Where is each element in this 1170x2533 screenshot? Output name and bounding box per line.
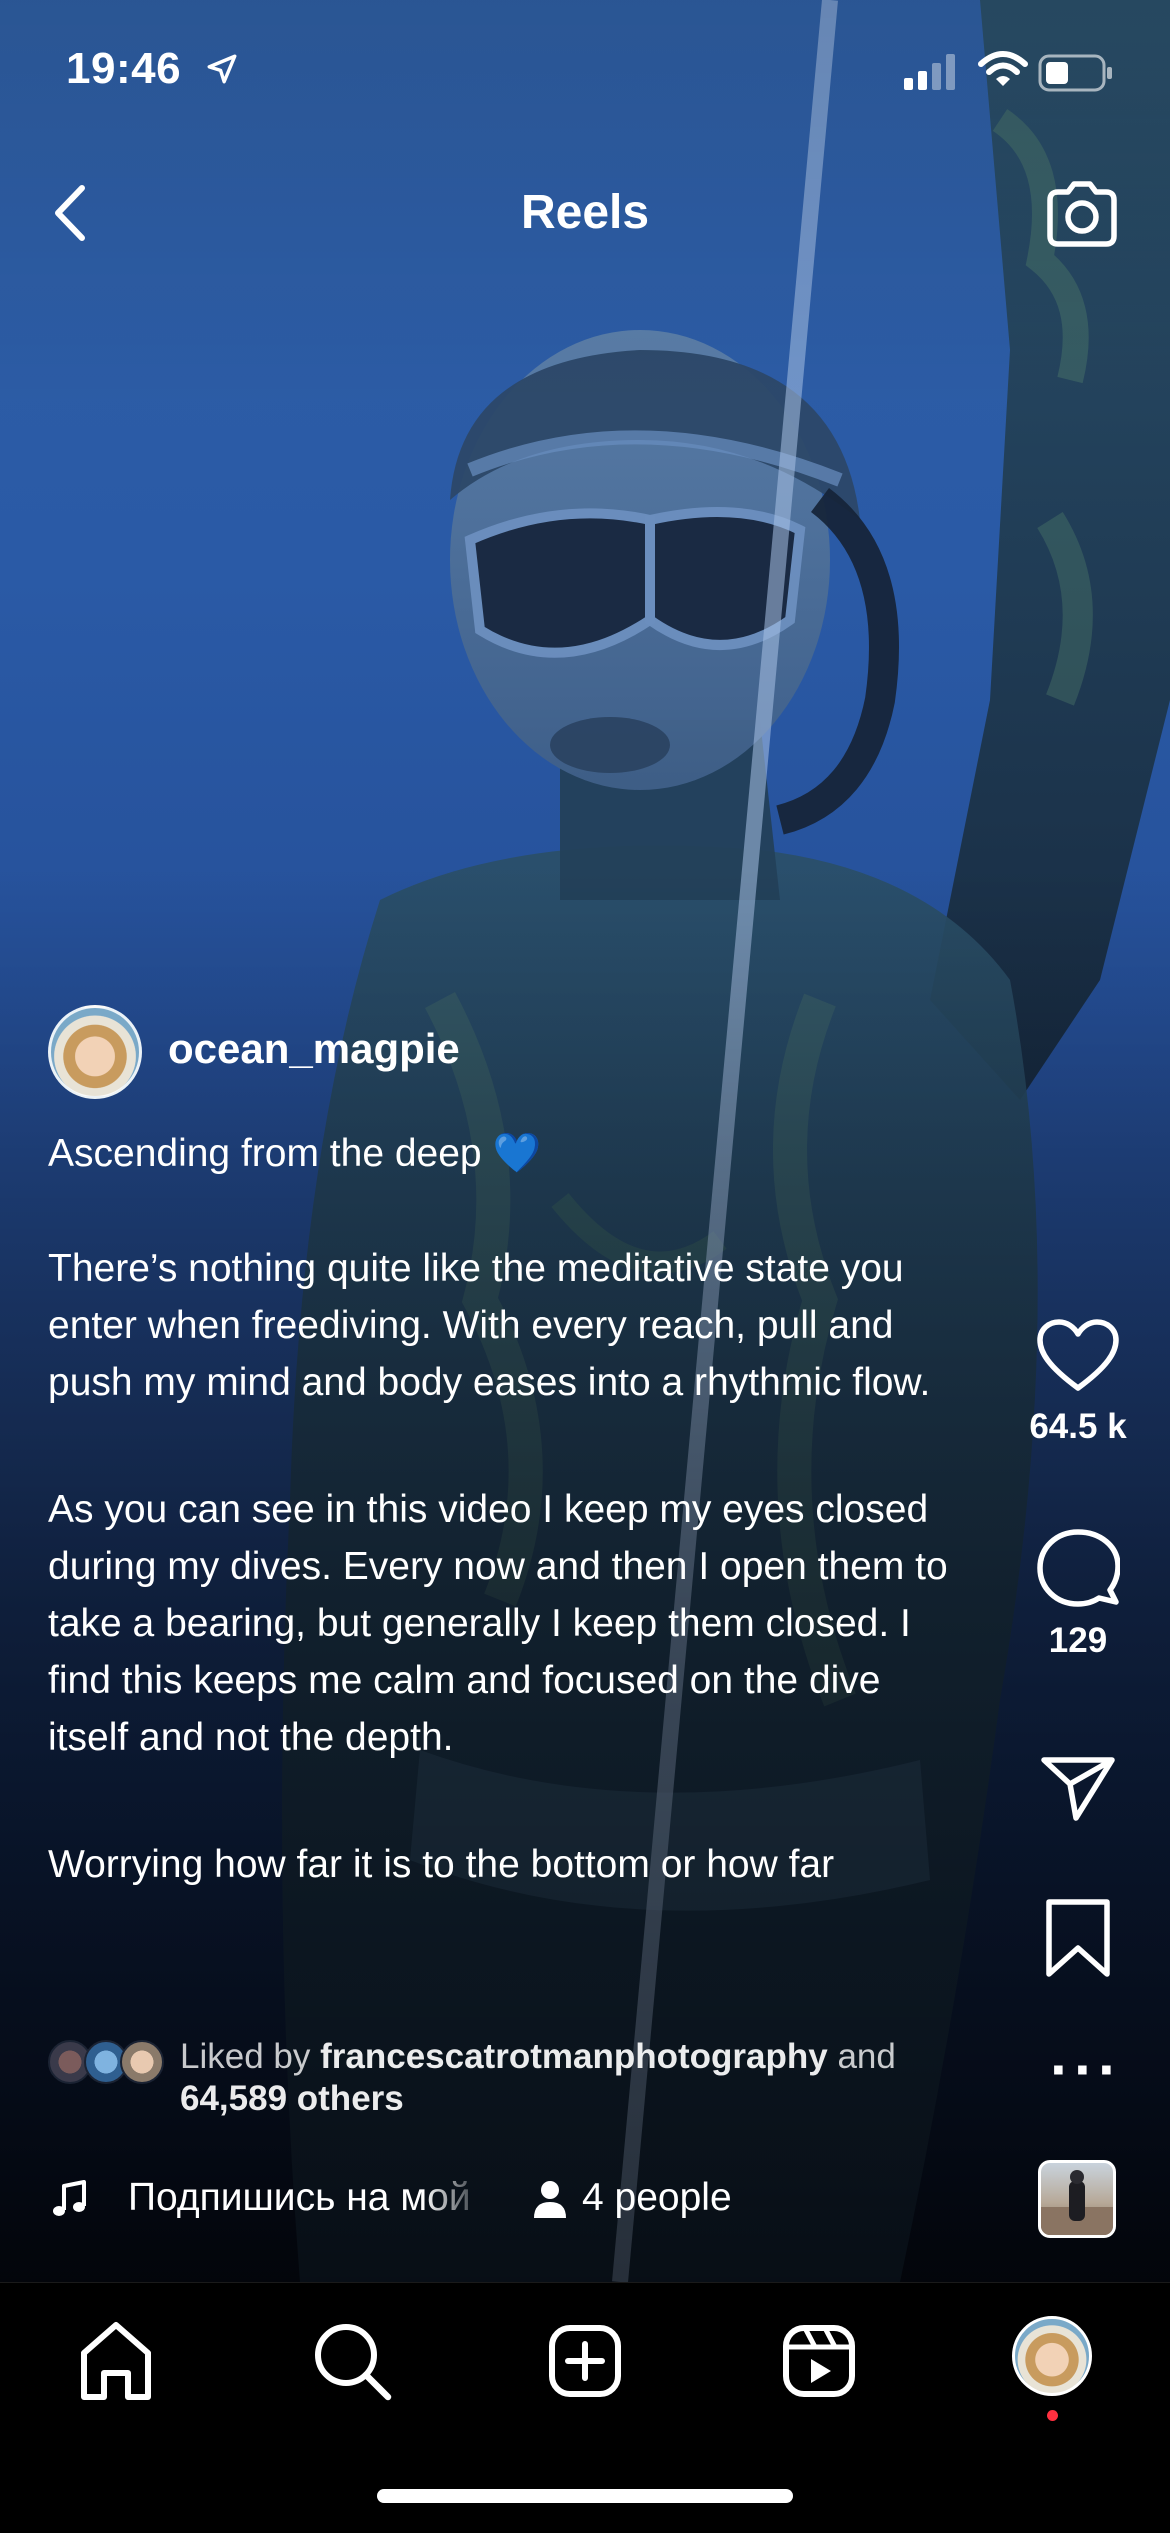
liked-by-prefix: Liked by bbox=[180, 2037, 311, 2076]
caption-title: Ascending from the deep bbox=[48, 1132, 482, 1175]
liked-by-avatars[interactable] bbox=[48, 2040, 168, 2084]
search-icon[interactable] bbox=[302, 2311, 402, 2411]
caption-paragraph-3: Worrying how far it is to the bottom or … bbox=[48, 1843, 835, 1886]
battery-icon bbox=[1038, 54, 1112, 92]
send-icon[interactable] bbox=[1038, 1752, 1118, 1824]
blue-heart-emoji: 💙 bbox=[492, 1132, 542, 1175]
profile-avatar[interactable] bbox=[1012, 2316, 1092, 2396]
add-post-icon[interactable] bbox=[535, 2311, 635, 2411]
like-action[interactable]: 64.5 k bbox=[1020, 1318, 1136, 1447]
music-note-icon bbox=[53, 2180, 86, 2216]
author-avatar[interactable] bbox=[48, 1005, 142, 1099]
notification-dot bbox=[1047, 2410, 1058, 2421]
heart-icon[interactable] bbox=[1036, 1318, 1120, 1394]
wifi-icon bbox=[978, 51, 1028, 86]
share-action[interactable] bbox=[1020, 1752, 1136, 1829]
audio-thumbnail[interactable] bbox=[1038, 2160, 1116, 2238]
person-icon bbox=[534, 2181, 566, 2218]
audio-thumbnail-image bbox=[1041, 2170, 1113, 2235]
audio-track-name[interactable]: Подпишись на мой bbox=[128, 2176, 488, 2220]
tagged-people[interactable]: 4 people bbox=[582, 2176, 732, 2220]
liked-by-text[interactable]: Liked by francescatrotmanphotography and… bbox=[180, 2036, 1000, 2120]
signal-icon bbox=[904, 54, 955, 90]
reels-icon[interactable] bbox=[769, 2311, 869, 2411]
home-icon[interactable] bbox=[66, 2311, 166, 2411]
bookmark-icon[interactable] bbox=[1043, 1898, 1113, 1978]
location-arrow-icon bbox=[207, 54, 237, 84]
author-username[interactable]: ocean_magpie bbox=[168, 1025, 460, 1073]
page-title: Reels bbox=[520, 186, 650, 239]
caption-paragraph-1: There’s nothing quite like the meditativ… bbox=[48, 1247, 931, 1404]
liker-avatar bbox=[120, 2040, 164, 2084]
camera-icon[interactable] bbox=[1044, 178, 1120, 248]
more-icon[interactable]: ··· bbox=[1050, 2040, 1122, 2100]
like-count: 64.5 k bbox=[1029, 1407, 1127, 1446]
liked-by-user[interactable]: francescatrotmanphotography bbox=[320, 2037, 828, 2076]
liked-by-and: and bbox=[837, 2037, 896, 2076]
comment-action[interactable]: 129 bbox=[1020, 1528, 1136, 1661]
liked-by-others[interactable]: 64,589 others bbox=[180, 2079, 404, 2118]
save-action[interactable] bbox=[1020, 1898, 1136, 1983]
comment-count: 129 bbox=[1048, 1621, 1108, 1660]
home-indicator bbox=[377, 2489, 793, 2503]
comment-icon[interactable] bbox=[1036, 1528, 1121, 1608]
post-caption[interactable]: Ascending from the deep 💙 There’s nothin… bbox=[48, 1125, 948, 2000]
status-time: 19:46 bbox=[66, 44, 182, 93]
caption-paragraph-2: As you can see in this video I keep my e… bbox=[48, 1488, 948, 1759]
